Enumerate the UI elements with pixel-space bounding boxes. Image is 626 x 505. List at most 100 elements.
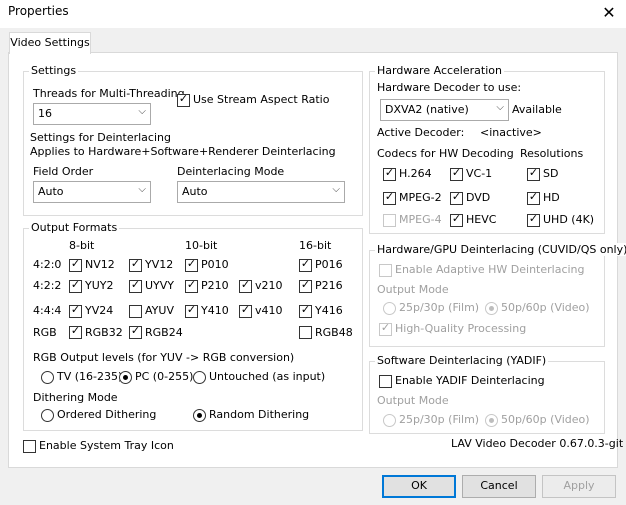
yuy2-checkbox[interactable]: ✓ (69, 278, 82, 293)
hw-film-label: 25p/30p (Film) (399, 301, 480, 314)
rgb32-checkbox[interactable]: ✓ (69, 325, 82, 339)
sw-deint-label: Software Deinterlacing (YADIF) (375, 354, 549, 367)
uhd-label: UHD (4K) (543, 213, 595, 226)
check-icon: ✓ (451, 166, 462, 179)
ayuv-label: AYUV (145, 304, 174, 317)
p016-checkbox[interactable]: ✓ (299, 258, 312, 272)
row-444-label: 4:4:4 (33, 304, 62, 317)
yv24-checkbox[interactable]: ✓ (69, 303, 82, 318)
output-formats-label: Output Formats (29, 221, 120, 234)
level-tv-radio[interactable] (41, 371, 54, 384)
y416-label: Y416 (315, 304, 343, 317)
dvd-label: DVD (466, 191, 491, 204)
sw-film-radio[interactable] (383, 414, 396, 427)
chevron-down-icon: ⌵ (332, 184, 340, 195)
uyvy-label: UYVY (145, 279, 175, 292)
check-icon: ✓ (178, 92, 189, 105)
check-icon: ✓ (70, 278, 81, 291)
hw-film-radio[interactable] (383, 302, 396, 315)
threads-label: Threads for Multi-Threading (33, 87, 185, 100)
chevron-down-icon: ⌵ (138, 106, 146, 117)
yv24-label: YV24 (85, 304, 114, 317)
cancel-button[interactable]: Cancel (462, 475, 536, 498)
yadif-checkbox[interactable] (379, 375, 392, 388)
mpeg4-checkbox[interactable] (383, 214, 396, 227)
radio-selected-dot (489, 306, 494, 311)
stream-aspect-checkbox[interactable]: ✓ (177, 92, 190, 107)
h264-checkbox[interactable]: ✓ (383, 167, 396, 181)
threads-dropdown[interactable]: 16 ⌵ (33, 103, 151, 125)
dither-ordered-radio[interactable] (41, 409, 54, 422)
p216-checkbox[interactable]: ✓ (299, 279, 312, 293)
hd-checkbox[interactable]: ✓ (527, 190, 540, 205)
hw-adaptive-checkbox[interactable] (379, 264, 392, 277)
uhd-checkbox[interactable]: ✓ (527, 213, 540, 227)
y410-checkbox[interactable]: ✓ (185, 303, 198, 318)
sd-checkbox[interactable]: ✓ (527, 167, 540, 181)
level-pc-radio[interactable] (119, 371, 132, 384)
p010-checkbox[interactable]: ✓ (185, 258, 198, 272)
threads-value: 16 (38, 107, 52, 120)
p010-label: P010 (201, 258, 229, 271)
rgb24-checkbox[interactable]: ✓ (129, 324, 142, 339)
check-icon: ✓ (451, 212, 462, 225)
check-icon: ✓ (130, 324, 141, 337)
yv12-checkbox[interactable]: ✓ (129, 258, 142, 272)
sw-video-label: 50p/60p (Video) (501, 413, 590, 426)
rgb-levels-label: RGB Output levels (for YUV -> RGB conver… (33, 351, 295, 364)
title-bar: Properties ✕ (0, 0, 626, 28)
hw-decoder-label: Hardware Decoder to use: (377, 81, 522, 94)
check-icon: ✓ (451, 190, 462, 203)
rgb24-label: RGB24 (145, 326, 183, 339)
check-icon: ✓ (186, 303, 197, 316)
deint-mode-dropdown[interactable]: Auto ⌵ (177, 181, 345, 203)
check-icon: ✓ (70, 303, 81, 316)
ok-button[interactable]: OK (382, 475, 456, 498)
hw-hq-checkbox[interactable]: ✓ (379, 322, 392, 336)
settings-group-label: Settings (29, 64, 79, 77)
nv12-checkbox[interactable]: ✓ (69, 257, 82, 272)
p210-checkbox[interactable]: ✓ (185, 279, 198, 293)
hw-video-radio[interactable] (485, 302, 498, 315)
ayuv-checkbox[interactable] (129, 305, 142, 318)
chevron-down-icon: ⌵ (138, 184, 146, 195)
dvd-checkbox[interactable]: ✓ (450, 190, 463, 205)
uyvy-checkbox[interactable]: ✓ (129, 279, 142, 293)
dither-label: Dithering Mode (33, 391, 118, 404)
resolutions-label: Resolutions (520, 147, 584, 160)
tray-icon-checkbox[interactable] (23, 440, 36, 453)
sd-label: SD (543, 167, 559, 180)
field-order-label: Field Order (33, 165, 94, 178)
rgb48-checkbox[interactable] (299, 326, 312, 339)
dither-random-radio[interactable] (193, 409, 206, 422)
vc1-checkbox[interactable]: ✓ (450, 166, 463, 181)
hw-decoder-dropdown[interactable]: DXVA2 (native) ⌵ (380, 99, 509, 121)
v410-label: v410 (255, 304, 283, 317)
radio-selected-dot (489, 418, 494, 423)
v410-checkbox[interactable]: ✓ (239, 304, 252, 318)
y416-checkbox[interactable]: ✓ (299, 304, 312, 318)
radio-selected-dot (123, 375, 128, 380)
field-order-dropdown[interactable]: Auto ⌵ (33, 181, 151, 203)
dither-random-label: Random Dithering (209, 408, 310, 421)
hevc-label: HEVC (466, 213, 497, 226)
apply-button[interactable]: Apply (542, 475, 616, 498)
mpeg2-checkbox[interactable]: ✓ (383, 191, 396, 205)
v210-checkbox[interactable]: ✓ (239, 279, 252, 293)
level-untouched-radio[interactable] (193, 371, 206, 384)
v210-label: v210 (255, 279, 283, 292)
rgb48-label: RGB48 (315, 326, 353, 339)
sw-output-mode-label: Output Mode (377, 394, 449, 407)
active-decoder-label: Active Decoder: (377, 126, 465, 139)
close-icon[interactable]: ✕ (596, 0, 622, 26)
vc1-label: VC-1 (466, 167, 493, 180)
yuy2-label: YUY2 (85, 279, 114, 292)
check-icon: ✓ (70, 257, 81, 270)
hw-deint-label: Hardware/GPU Deinterlacing (CUVID/QS onl… (375, 243, 626, 256)
check-icon: ✓ (528, 190, 539, 203)
sw-video-radio[interactable] (485, 414, 498, 427)
yv12-label: YV12 (145, 258, 174, 271)
tab-video-settings[interactable]: Video Settings (9, 32, 91, 54)
deint-heading: Settings for Deinterlacing (30, 131, 171, 144)
hevc-checkbox[interactable]: ✓ (450, 212, 463, 227)
